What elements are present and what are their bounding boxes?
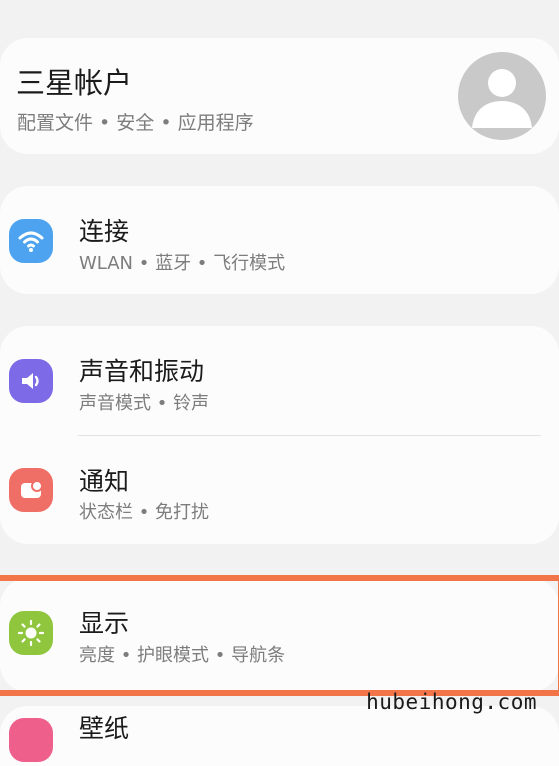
notification-icon (9, 468, 53, 512)
connections-title: 连接 (79, 217, 130, 246)
notifications-title: 通知 (79, 467, 130, 496)
wallpaper-card: 壁纸 (0, 706, 559, 766)
connections-subtitle: WLAN • 蓝牙 • 飞行模式 (79, 253, 286, 274)
settings-item-connections[interactable]: 连接 WLAN • 蓝牙 • 飞行模式 (0, 186, 559, 294)
sound-subtitle: 声音模式 • 铃声 (79, 393, 210, 414)
highlight-box (0, 575, 559, 696)
notifications-subtitle: 状态栏 • 免打扰 (79, 502, 210, 523)
account-subtitle: 配置文件 • 安全 • 应用程序 (17, 112, 254, 134)
sound-title: 声音和振动 (79, 357, 205, 386)
settings-item-notifications[interactable]: 通知 状态栏 • 免打扰 (0, 436, 559, 544)
watermark-text: hubeihong.com (366, 690, 537, 714)
wifi-icon (9, 219, 53, 263)
sound-notification-card: 声音和振动 声音模式 • 铃声 通知 状态栏 • 免打扰 (0, 326, 559, 544)
settings-item-sound[interactable]: 声音和振动 声音模式 • 铃声 (0, 326, 559, 434)
account-title: 三星帐户 (16, 66, 133, 100)
wallpaper-title: 壁纸 (79, 714, 130, 743)
connections-card: 连接 WLAN • 蓝牙 • 飞行模式 (0, 186, 559, 294)
samsung-account-card[interactable]: 三星帐户 配置文件 • 安全 • 应用程序 (0, 38, 559, 154)
speaker-icon (9, 359, 53, 403)
avatar[interactable] (458, 52, 546, 140)
settings-item-wallpaper[interactable]: 壁纸 (0, 706, 559, 766)
person-icon (472, 69, 532, 128)
